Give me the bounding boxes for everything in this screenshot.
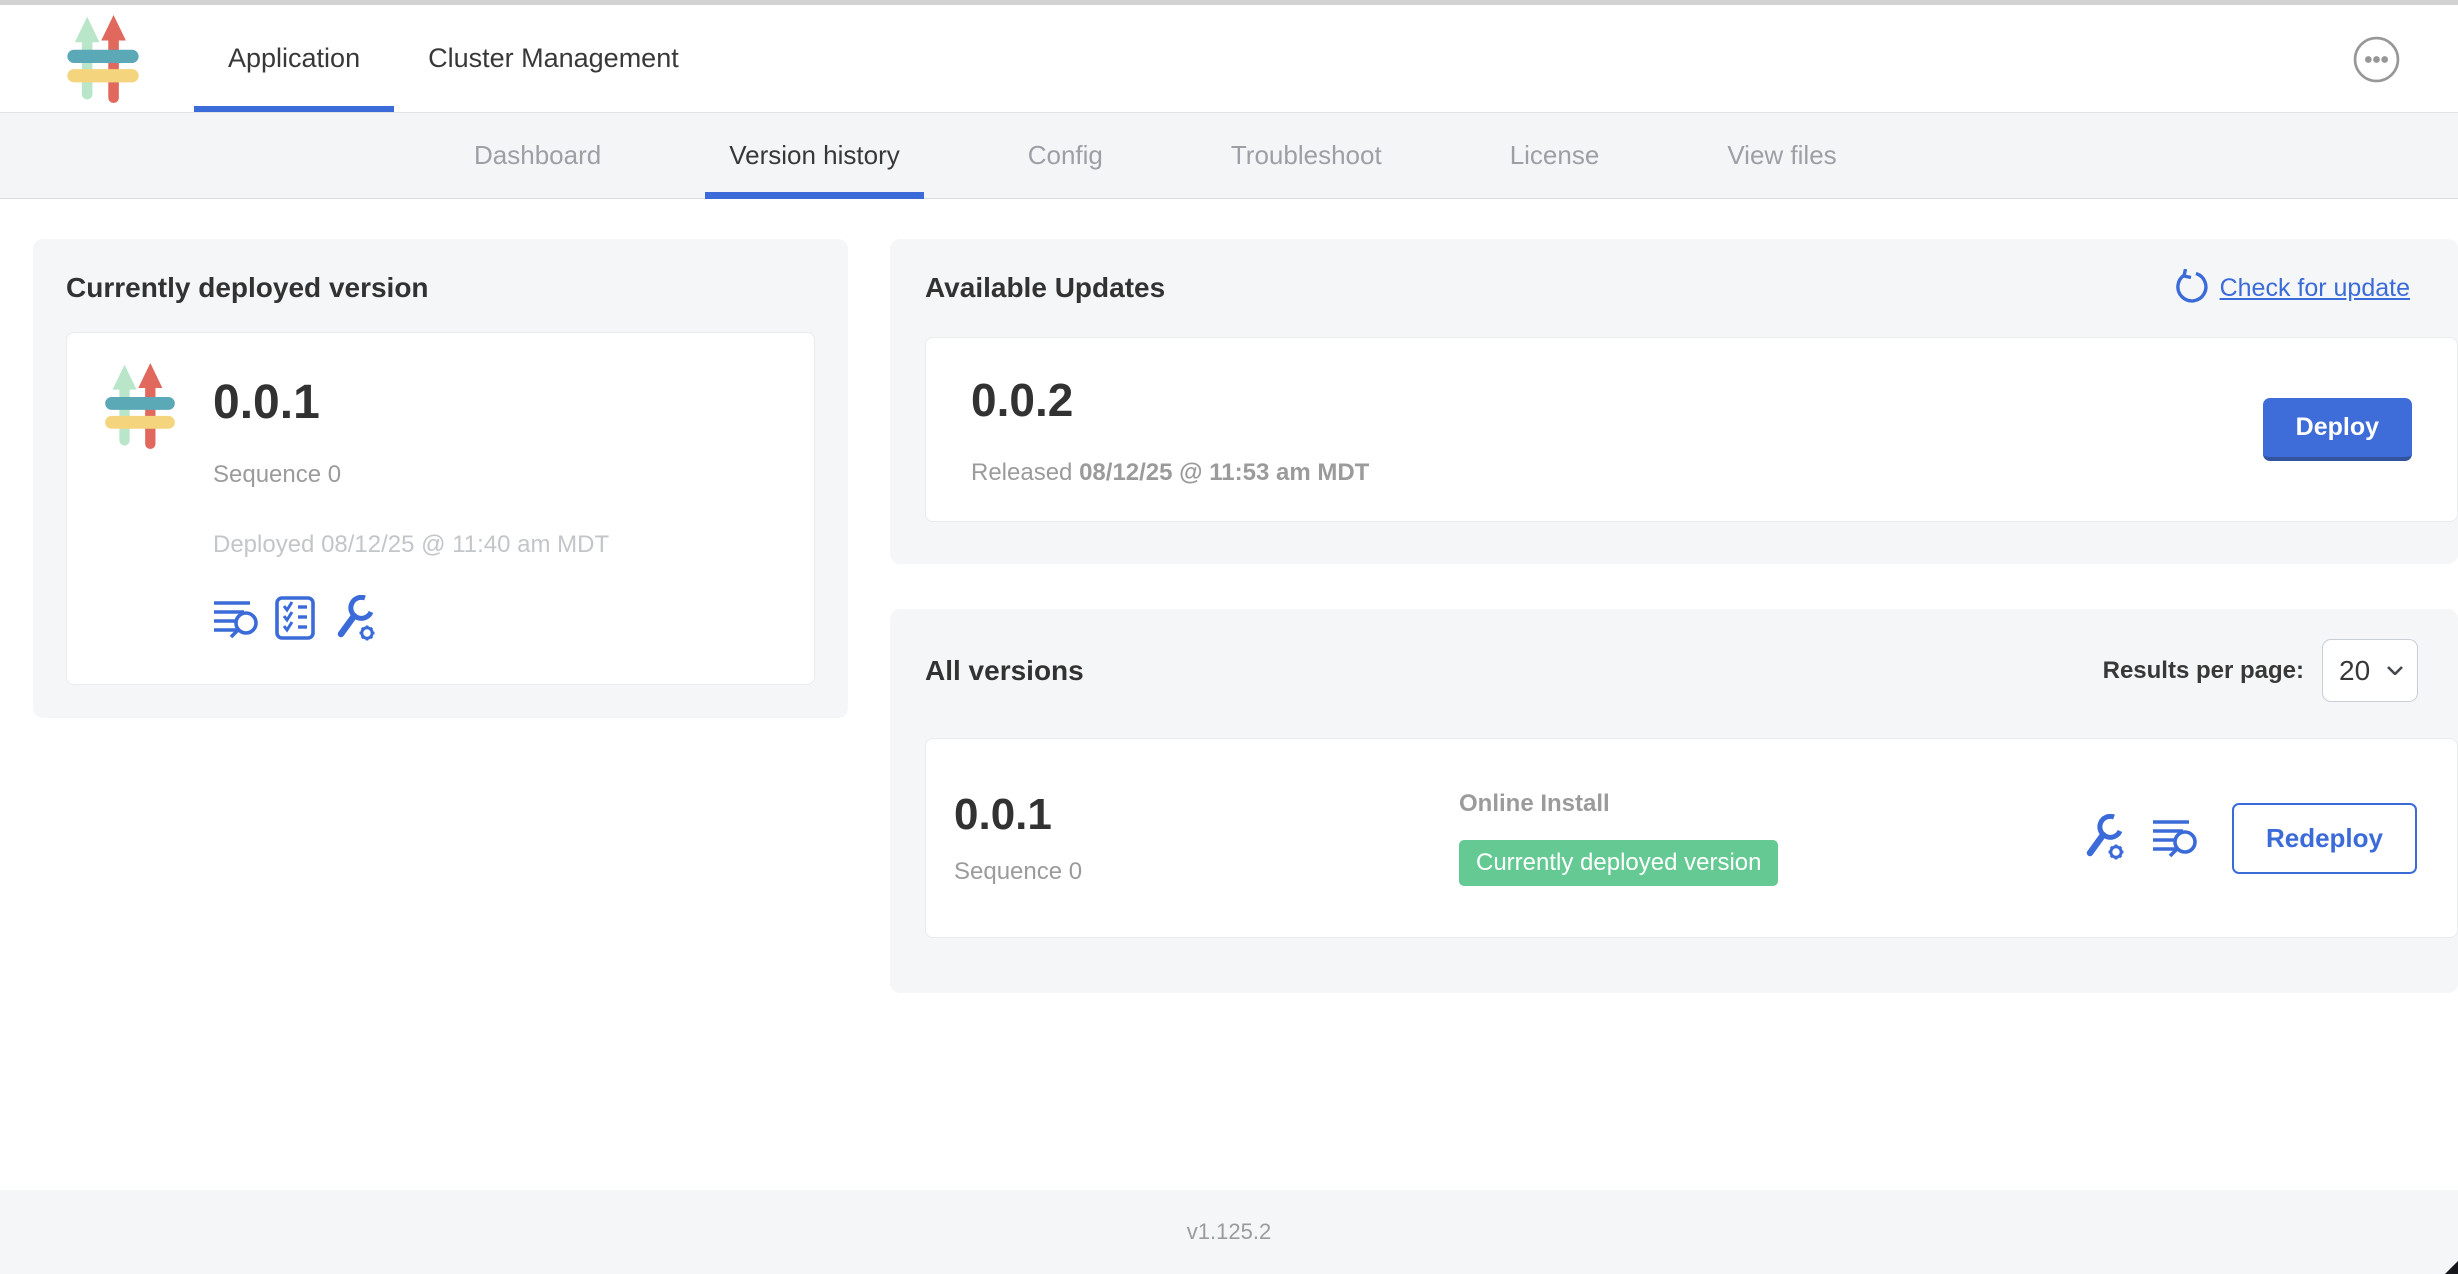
- app-header: Application Cluster Management: [0, 5, 2458, 113]
- check-for-update-link[interactable]: Check for update: [2172, 269, 2410, 307]
- primary-nav: Application Cluster Management: [194, 5, 713, 112]
- subnav-view-files-label: View files: [1727, 140, 1836, 171]
- deployed-sequence: Sequence 0: [213, 461, 609, 489]
- deployed-actions: [213, 595, 609, 644]
- subnav-item-config[interactable]: Config: [1004, 113, 1127, 198]
- subnav-item-troubleshoot[interactable]: Troubleshoot: [1207, 113, 1406, 198]
- release-notes-diff-icon: [2152, 816, 2198, 858]
- update-row: 0.0.2 Released 08/12/25 @ 11:53 am MDT D…: [925, 337, 2458, 522]
- released-timestamp: 08/12/25 @ 11:53 am MDT: [1079, 459, 1369, 486]
- deployed-version-panel: 0.0.1 Sequence 0 Deployed 08/12/25 @ 11:…: [66, 332, 815, 685]
- results-per-page-label: Results per page:: [2103, 657, 2304, 685]
- redeploy-button[interactable]: Redeploy: [2232, 803, 2417, 874]
- chevron-down-icon: [2387, 666, 2403, 675]
- console-version: v1.125.2: [1187, 1219, 1271, 1245]
- right-column: Available Updates Check for update 0.0.2…: [890, 239, 2458, 993]
- app-logo: [62, 5, 162, 112]
- app-logo-icon: [99, 363, 181, 449]
- available-updates-title: Available Updates: [925, 272, 1165, 304]
- released-prefix: Released: [971, 459, 1079, 486]
- subnav-item-dashboard[interactable]: Dashboard: [450, 113, 625, 198]
- edit-config-icon: [2080, 814, 2126, 860]
- results-per-page-control: Results per page: 20: [2103, 639, 2418, 702]
- results-per-page-select[interactable]: 20: [2322, 639, 2418, 702]
- deployed-timestamp: Deployed 08/12/25 @ 11:40 am MDT: [213, 531, 609, 559]
- all-versions-title: All versions: [925, 655, 1084, 687]
- subnav-item-version-history[interactable]: Version history: [705, 113, 924, 198]
- preflight-checks-icon: [275, 596, 315, 640]
- tab-cluster-management[interactable]: Cluster Management: [394, 5, 713, 112]
- tab-application-label: Application: [228, 43, 360, 74]
- version-row: 0.0.1 Sequence 0 Online Install Currentl…: [925, 738, 2458, 938]
- edit-config-button[interactable]: [2080, 814, 2126, 863]
- app-logo-icon: [62, 15, 144, 103]
- subnav-troubleshoot-label: Troubleshoot: [1231, 140, 1382, 171]
- available-updates-card: Available Updates Check for update 0.0.2…: [890, 239, 2458, 564]
- release-notes-diff-icon: [213, 597, 259, 639]
- subnav-config-label: Config: [1028, 140, 1103, 171]
- currently-deployed-badge: Currently deployed version: [1459, 840, 1778, 886]
- subnav-item-license[interactable]: License: [1486, 113, 1624, 198]
- subnav-version-history-label: Version history: [729, 140, 900, 171]
- install-type-label: Online Install: [1459, 790, 2080, 818]
- app-footer: v1.125.2: [0, 1190, 2458, 1274]
- deployed-version-number: 0.0.1: [213, 363, 609, 443]
- currently-deployed-title: Currently deployed version: [66, 272, 815, 304]
- main-content: Currently deployed version 0.0.1 Sequenc…: [0, 199, 2458, 1189]
- subnav-license-label: License: [1510, 140, 1600, 171]
- subnav-dashboard-label: Dashboard: [474, 140, 601, 171]
- release-notes-diff-button[interactable]: [213, 597, 259, 642]
- preflight-checks-button[interactable]: [275, 596, 315, 643]
- mouse-cursor: [2445, 1261, 2458, 1274]
- tab-cluster-management-label: Cluster Management: [428, 43, 679, 74]
- app-subnav: Dashboard Version history Config Trouble…: [0, 113, 2458, 199]
- all-versions-card: All versions Results per page: 20 0.0.1 …: [890, 609, 2458, 993]
- edit-config-button[interactable]: [331, 595, 377, 644]
- row-sequence: Sequence 0: [954, 858, 1459, 886]
- edit-config-icon: [331, 595, 377, 641]
- ellipsis-icon: [2353, 36, 2400, 83]
- refresh-icon: [2172, 269, 2208, 307]
- results-per-page-value: 20: [2339, 655, 2370, 687]
- row-version-number: 0.0.1: [954, 790, 1459, 840]
- tab-application[interactable]: Application: [194, 5, 394, 112]
- check-for-update-label: Check for update: [2220, 274, 2410, 303]
- release-notes-diff-button[interactable]: [2152, 816, 2198, 861]
- subnav-item-view-files[interactable]: View files: [1703, 113, 1860, 198]
- more-menu-button[interactable]: [2353, 36, 2400, 83]
- update-version-number: 0.0.2: [971, 373, 1369, 427]
- deploy-button[interactable]: Deploy: [2263, 398, 2412, 461]
- currently-deployed-card: Currently deployed version 0.0.1 Sequenc…: [33, 239, 848, 718]
- row-actions: Redeploy: [2080, 803, 2417, 874]
- update-released-line: Released 08/12/25 @ 11:53 am MDT: [971, 459, 1369, 487]
